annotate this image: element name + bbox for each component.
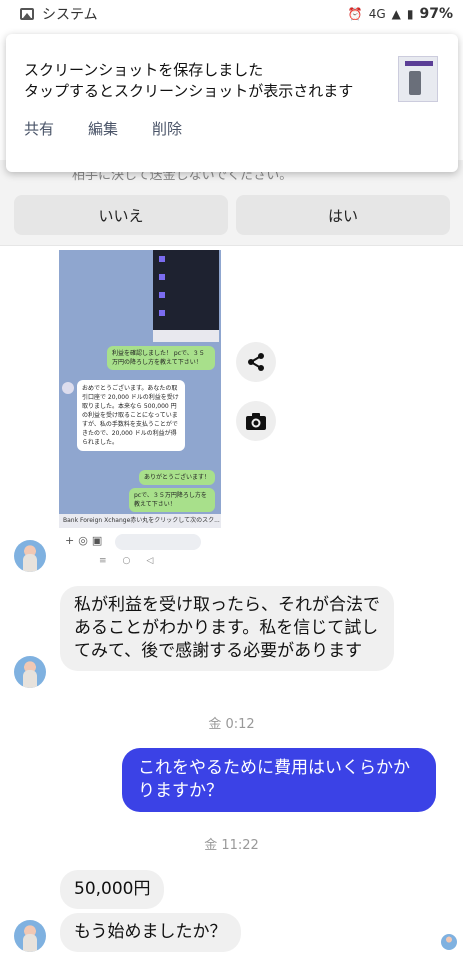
thumbnail-phone <box>409 71 421 95</box>
incoming-message[interactable]: もう始めましたか？ <box>60 913 241 952</box>
status-bar: システム ⏰ 4G ▲ ▮ 97% <box>0 0 463 28</box>
yes-button[interactable]: はい <box>236 195 450 235</box>
avatar[interactable] <box>14 920 46 952</box>
outgoing-message[interactable]: これをやるために費用はいくらかかりますか？ <box>122 748 436 812</box>
camera-icon <box>246 413 266 430</box>
incoming-message[interactable]: 私が利益を受け取ったら、それが合法であることがわかります。私を信じて試してみて、… <box>60 586 394 671</box>
timestamp: 金 0:12 <box>208 717 255 732</box>
screenshot-avatar <box>62 382 74 394</box>
avatar[interactable] <box>14 540 46 572</box>
screenshot-input-field <box>115 534 201 550</box>
incoming-message[interactable]: 50,000円 <box>60 870 165 909</box>
timestamp: 金 11:22 <box>204 838 259 853</box>
signal-icon: ▲ <box>391 7 401 21</box>
notification-title: スクリーンショットを保存しました <box>24 61 264 79</box>
screenshot-bubble-2: おめでとうございます。あなたの取引口座で 20,000 ドルの利益を受け取りまし… <box>77 380 185 451</box>
notification-actions: 共有 編集 削除 <box>24 118 440 139</box>
screenshot-bubble-3: ありがとうございます！ <box>138 470 215 485</box>
no-button[interactable]: いいえ <box>14 195 228 235</box>
notification-thumbnail[interactable] <box>398 56 438 102</box>
battery-level: 97% <box>419 6 453 22</box>
thumbnail-bar <box>405 61 433 66</box>
avatar[interactable] <box>14 656 46 688</box>
shared-screenshot-image[interactable]: 利益を確認しました！ pcで、３５万円の降ろし方を教えて下さい！ おめでとうござ… <box>59 250 221 528</box>
read-receipt-avatar <box>441 934 457 950</box>
alarm-icon: ⏰ <box>347 7 363 21</box>
screenshot-keypad <box>153 330 219 342</box>
screenshot-caption: Bank Foreign Xchange赤い丸をクリックして次のスク... <box>59 514 221 528</box>
app-name: システム <box>42 7 98 23</box>
screenshot-input-icons: +◎▣ <box>65 534 107 547</box>
battery-icon: ▮ <box>406 7 414 21</box>
screenshot-input-bar: +◎▣ ≡○◁ <box>59 528 221 570</box>
screenshot-dark-panel <box>153 250 219 330</box>
screenshot-bubble-1: 利益を確認しました！ pcで、３５万円の降ろし方を教えて下さい！ <box>107 346 215 370</box>
delete-action[interactable]: 削除 <box>152 118 182 139</box>
network-label: 4G <box>368 7 386 21</box>
camera-button[interactable] <box>236 401 276 441</box>
edit-action[interactable]: 編集 <box>88 118 118 139</box>
screenshot-nav-bar: ≡○◁ <box>99 556 170 566</box>
share-icon <box>248 353 264 371</box>
share-action[interactable]: 共有 <box>24 118 54 139</box>
notification-text: タップするとスクリーンショットが表示されます <box>24 82 354 100</box>
screenshot-notification[interactable]: スクリーンショットを保存しました タップするとスクリーンショットが表示されます … <box>6 34 458 172</box>
gallery-icon <box>20 8 34 20</box>
share-button[interactable] <box>236 342 276 382</box>
screenshot-bubble-4: pcで、３５万円降ろし方を教えて下さい！ <box>129 488 215 512</box>
